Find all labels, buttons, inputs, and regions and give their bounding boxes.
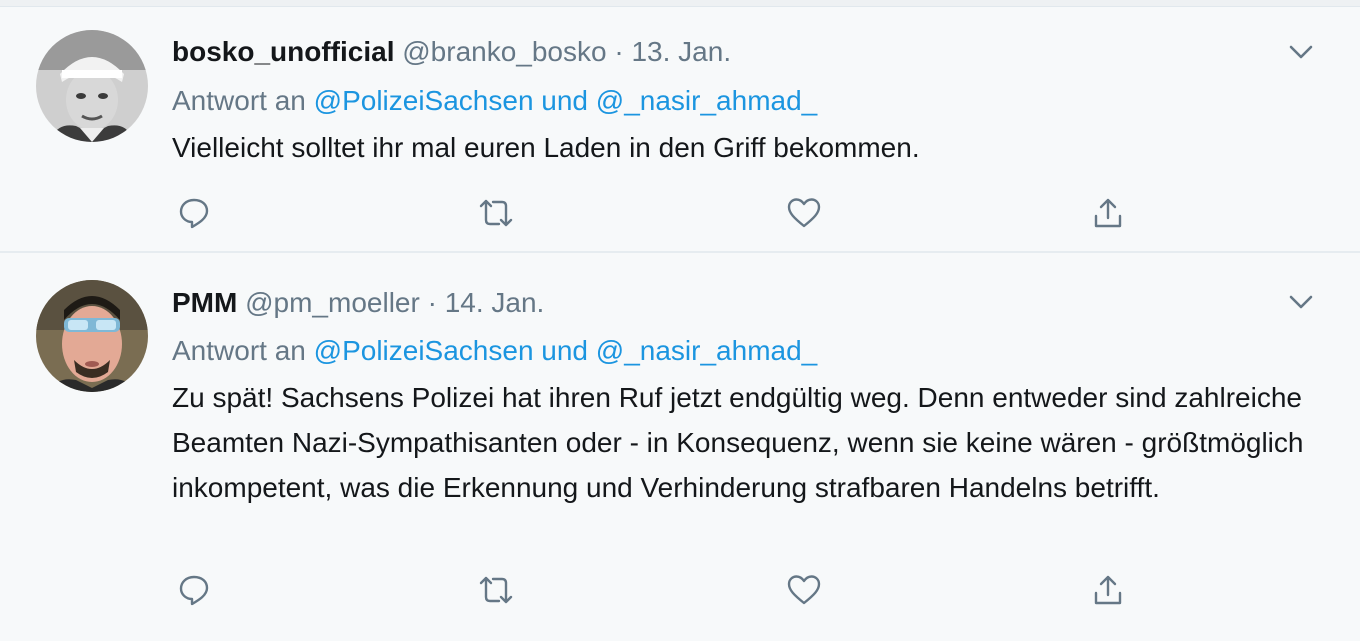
reply-button[interactable] [174, 570, 214, 610]
tweet[interactable]: bosko_unofficial @branko_bosko · 13. Jan… [0, 7, 1360, 253]
heart-icon [787, 575, 821, 605]
separator-dot: · [427, 287, 437, 318]
tweet-actions [172, 570, 1152, 610]
user-handle[interactable]: @pm_moeller [245, 287, 420, 318]
tweet-actions [172, 193, 1152, 233]
chevron-down-icon[interactable] [1286, 287, 1316, 317]
chevron-down-icon[interactable] [1286, 37, 1316, 67]
reply-context: Antwort an @PolizeiSachsen und @_nasir_a… [172, 335, 817, 367]
tweet-text: Zu spät! Sachsens Polizei hat ihren Ruf … [172, 382, 1304, 503]
user-handle[interactable]: @branko_bosko [402, 36, 606, 67]
tweet-header: PMM @pm_moeller · 14. Jan. [172, 287, 544, 319]
retweet-button[interactable] [476, 193, 516, 233]
previous-tweet-edge [0, 0, 1360, 7]
share-icon [1094, 198, 1122, 228]
reply-mentions-link[interactable]: @PolizeiSachsen und @_nasir_ahmad_ [314, 85, 818, 116]
reply-icon [179, 575, 209, 606]
tweet-header: bosko_unofficial @branko_bosko · 13. Jan… [172, 36, 731, 68]
retweet-icon [479, 576, 513, 604]
share-button[interactable] [1088, 570, 1128, 610]
tweet-date[interactable]: 14. Jan. [445, 287, 545, 318]
reply-button[interactable] [174, 193, 214, 233]
reply-context: Antwort an @PolizeiSachsen und @_nasir_a… [172, 85, 817, 117]
share-icon [1094, 575, 1122, 605]
reply-prefix: Antwort an [172, 85, 306, 116]
tweet[interactable]: PMM @pm_moeller · 14. Jan. Antwort an @P… [0, 255, 1360, 641]
reply-mentions-link[interactable]: @PolizeiSachsen und @_nasir_ahmad_ [314, 335, 818, 366]
like-button[interactable] [784, 193, 824, 233]
retweet-icon [479, 199, 513, 227]
display-name[interactable]: PMM [172, 287, 237, 318]
reply-icon [179, 198, 209, 229]
tweet-text: Vielleicht solltet ihr mal euren Laden i… [172, 132, 920, 163]
avatar[interactable] [36, 30, 148, 142]
reply-prefix: Antwort an [172, 335, 306, 366]
like-button[interactable] [784, 570, 824, 610]
share-button[interactable] [1088, 193, 1128, 233]
tweet-date[interactable]: 13. Jan. [631, 36, 731, 67]
avatar[interactable] [36, 280, 148, 392]
retweet-button[interactable] [476, 570, 516, 610]
heart-icon [787, 198, 821, 228]
display-name[interactable]: bosko_unofficial [172, 36, 394, 67]
separator-dot: · [614, 36, 624, 67]
